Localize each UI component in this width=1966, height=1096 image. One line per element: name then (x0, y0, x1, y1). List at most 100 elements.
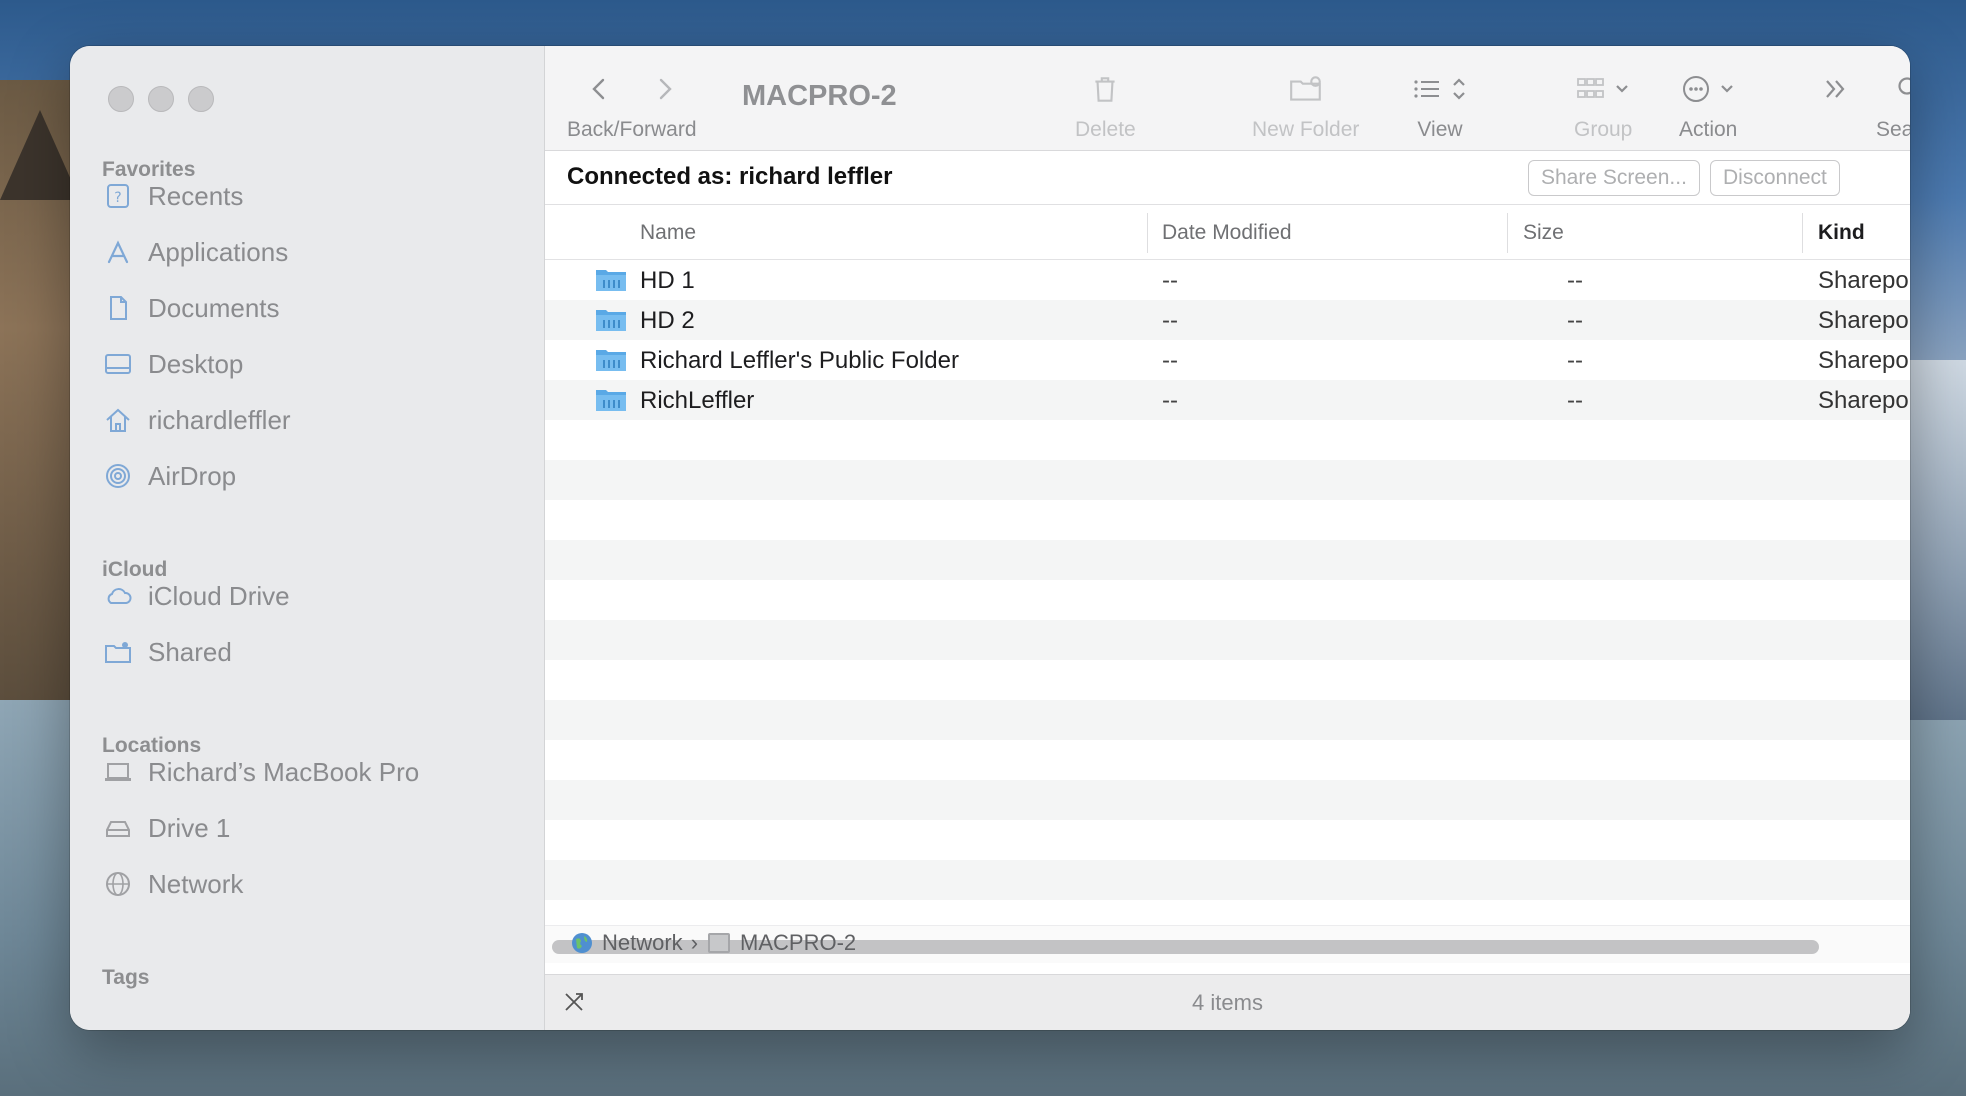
file-name: HD 2 (640, 307, 695, 334)
shared-folder-icon (596, 390, 626, 411)
column-divider[interactable] (1147, 213, 1148, 253)
action-label: Action (1679, 118, 1738, 141)
empty-row (545, 460, 1910, 500)
file-date: -- (1162, 307, 1178, 334)
empty-row (545, 740, 1910, 780)
disconnect-button[interactable]: Disconnect (1710, 160, 1840, 196)
sidebar: Favorites ? Recents Applications Documen… (70, 46, 545, 1030)
shared-folder-icon (596, 350, 626, 371)
sidebar-item-recents[interactable]: ? Recents (102, 174, 522, 218)
sidebar-item-label: richardleffler (148, 404, 291, 435)
table-row[interactable]: Richard Leffler's Public Folder -- -- Sh… (545, 340, 1910, 380)
file-size: -- (1567, 347, 1583, 374)
applications-icon (102, 236, 134, 268)
chevron-right-icon[interactable] (650, 74, 680, 104)
minimize-button[interactable] (148, 86, 174, 112)
sidebar-item-label: AirDrop (148, 460, 237, 491)
column-date-modified[interactable]: Date Modified (1162, 221, 1292, 245)
column-divider[interactable] (1802, 213, 1803, 253)
file-kind: Sharepoint (1818, 307, 1910, 334)
chevron-down-icon (1616, 85, 1628, 93)
file-size: -- (1567, 267, 1583, 294)
sidebar-item-label: Recents (148, 180, 244, 211)
laptop-icon (102, 756, 134, 788)
sidebar-item-shared[interactable]: Shared (102, 630, 522, 674)
sidebar-item-label: Applications (148, 236, 289, 267)
drive-icon (102, 812, 134, 844)
column-size[interactable]: Size (1523, 221, 1564, 245)
sidebar-item-network[interactable]: Network (102, 862, 522, 906)
sidebar-item-home[interactable]: richardleffler (102, 398, 522, 442)
file-kind: Sharepoint (1818, 347, 1910, 374)
toolbar: Back/Forward MACPRO-2 Delete New Folder (545, 46, 1910, 151)
table-row[interactable]: RichLeffler -- -- Sharepoint (545, 380, 1910, 420)
status-bar: 4 items (545, 974, 1910, 1030)
search-button[interactable]: Search (1876, 64, 1910, 142)
share-screen-button[interactable]: Share Screen... (1528, 160, 1700, 196)
path-item-macpro[interactable]: MACPRO-2 (740, 930, 856, 956)
chevron-down-icon (1721, 85, 1733, 93)
sidebar-item-desktop[interactable]: Desktop (102, 342, 522, 386)
close-button[interactable] (108, 86, 134, 112)
server-icon (708, 933, 731, 953)
main-pane: Back/Forward MACPRO-2 Delete New Folder (545, 46, 1910, 1030)
new-folder-button[interactable]: New Folder (1252, 64, 1359, 142)
file-name: HD 1 (640, 267, 695, 294)
double-chevron-icon (1826, 80, 1845, 98)
column-kind[interactable]: Kind (1818, 221, 1865, 245)
empty-row (545, 780, 1910, 820)
table-row[interactable]: HD 1 -- -- Sharepoint (545, 260, 1910, 300)
more-icon (1683, 76, 1710, 102)
shared-folder-icon (596, 310, 626, 331)
path-bar: Network › MACPRO-2 (570, 930, 856, 956)
sidebar-item-label: Shared (148, 636, 232, 667)
chevron-left-icon[interactable] (584, 74, 614, 104)
empty-row (545, 660, 1910, 700)
sidebar-item-label: Richard’s MacBook Pro (148, 756, 420, 787)
column-name[interactable]: Name (640, 221, 696, 245)
empty-row (545, 420, 1910, 460)
action-button[interactable]: Action (1679, 64, 1737, 142)
file-date: -- (1162, 387, 1178, 414)
zoom-button[interactable] (188, 86, 214, 112)
window-title: MACPRO-2 (742, 80, 897, 112)
sidebar-item-airdrop[interactable]: AirDrop (102, 454, 522, 498)
view-button[interactable]: View (1412, 64, 1468, 142)
airdrop-icon (102, 460, 134, 492)
connection-status: Connected as: richard leffler (567, 163, 893, 190)
sidebar-item-applications[interactable]: Applications (102, 230, 522, 274)
documents-icon (102, 292, 134, 324)
shared-folder-icon (102, 636, 134, 668)
file-name: Richard Leffler's Public Folder (640, 347, 959, 374)
file-size: -- (1567, 307, 1583, 334)
file-size: -- (1567, 387, 1583, 414)
desktop-icon (102, 348, 134, 380)
sidebar-item-documents[interactable]: Documents (102, 286, 522, 330)
search-icon (1898, 77, 1910, 95)
path-item-network[interactable]: Network (602, 930, 683, 956)
sidebar-item-label: Desktop (148, 348, 244, 379)
column-divider[interactable] (1507, 213, 1508, 253)
sidebar-item-macbook[interactable]: Richard’s MacBook Pro (102, 750, 522, 794)
overflow-button[interactable] (1821, 64, 1851, 114)
recents-icon: ? (102, 180, 134, 212)
connection-bar: Connected as: richard leffler Share Scre… (545, 151, 1910, 205)
file-date: -- (1162, 347, 1178, 374)
globe-icon[interactable] (570, 931, 594, 955)
file-kind: Sharepoint (1818, 387, 1910, 414)
delete-button[interactable]: Delete (1075, 64, 1136, 142)
back-forward-button[interactable]: Back/Forward (567, 64, 697, 142)
sidebar-item-drive-1[interactable]: Drive 1 (102, 806, 522, 850)
sidebar-item-label: Network (148, 868, 244, 899)
list-view-icon (1414, 80, 1439, 98)
new-folder-icon (1289, 76, 1321, 101)
delete-label: Delete (1075, 118, 1136, 141)
table-row[interactable]: HD 2 -- -- Sharepoint (545, 300, 1910, 340)
group-button[interactable]: Group (1574, 64, 1632, 142)
group-label: Group (1574, 118, 1633, 141)
new-folder-label: New Folder (1252, 118, 1360, 141)
sidebar-item-icloud-drive[interactable]: iCloud Drive (102, 574, 522, 618)
file-list: HD 1 -- -- Sharepoint HD 2 -- -- Sharepo… (545, 260, 1910, 925)
sidebar-item-label: Drive 1 (148, 812, 231, 843)
trash-icon (1095, 77, 1115, 102)
